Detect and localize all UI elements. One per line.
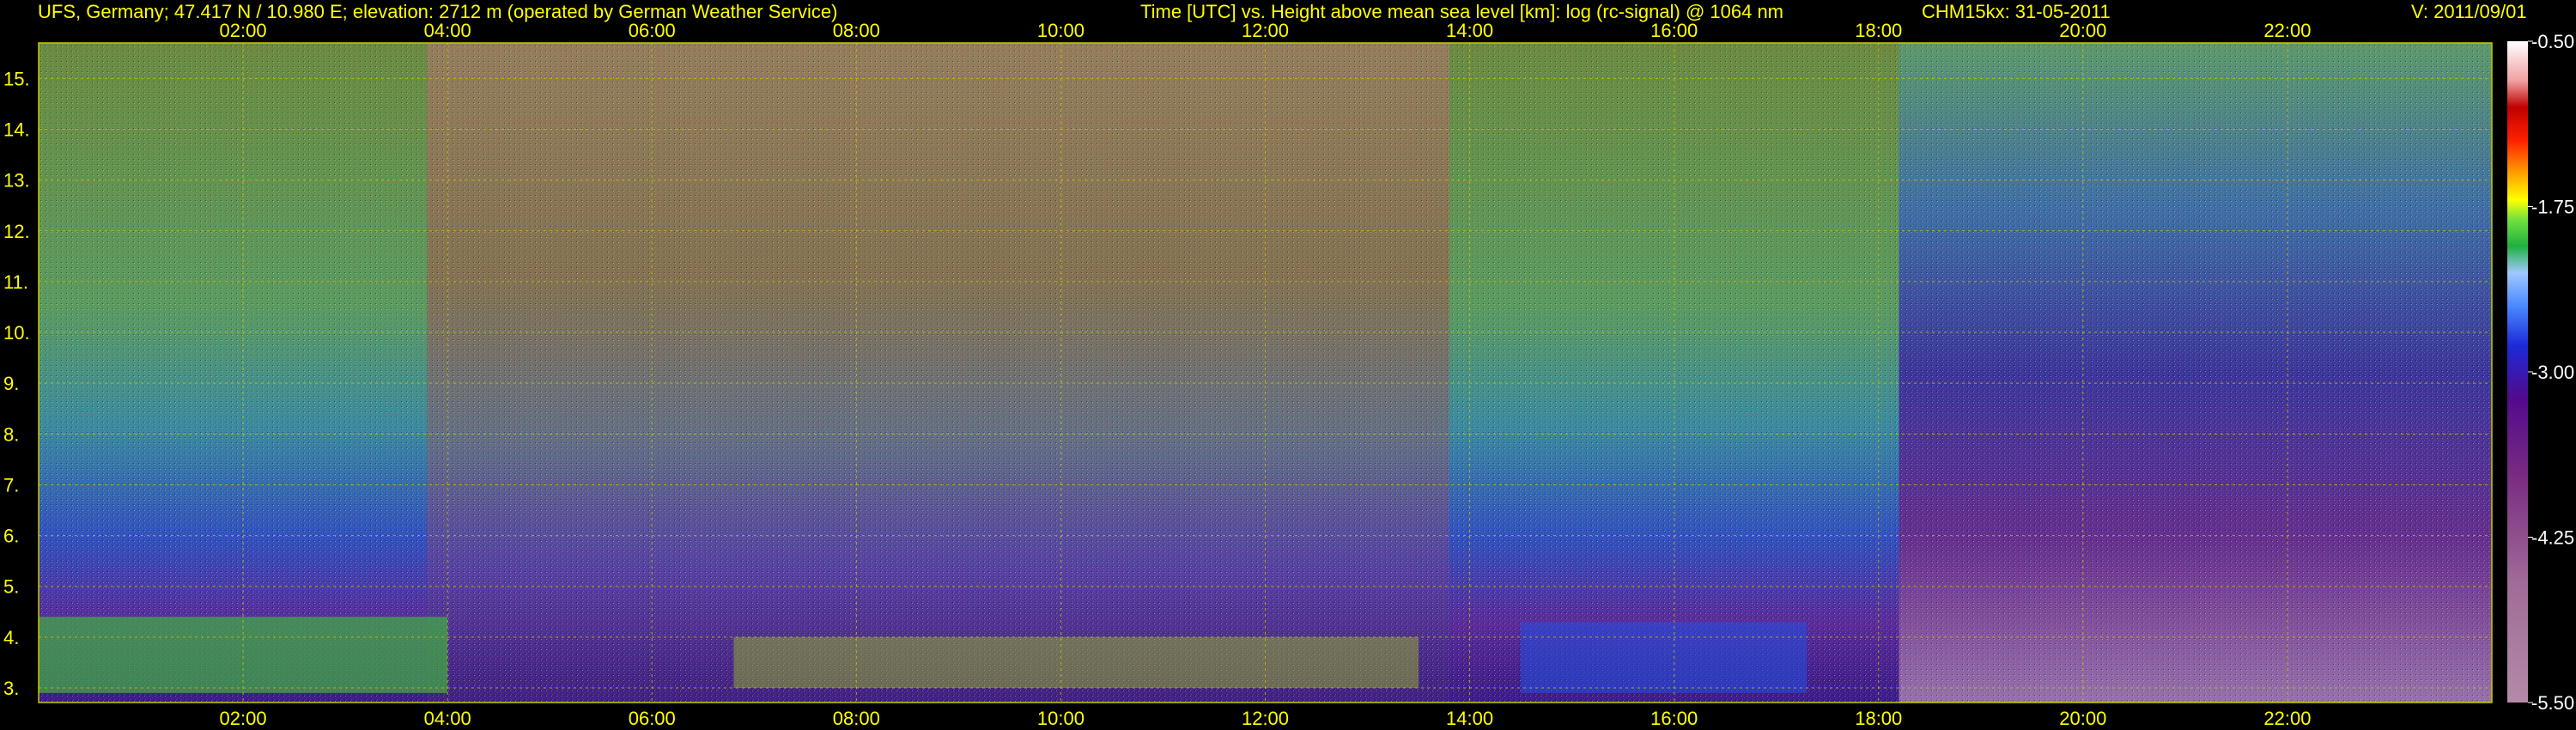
colorbar-tick-label: -4.25: [2531, 527, 2574, 549]
x-tick-label-bottom: 22:00: [2263, 708, 2311, 729]
x-tick-label-top: 02:00: [220, 20, 267, 41]
x-tick-label-top: 10:00: [1037, 20, 1084, 41]
x-tick-label-top: 06:00: [629, 20, 676, 41]
x-tick-label-top: 08:00: [833, 20, 880, 41]
ceilometer-plot: 02:00 02:00 04:00 04:00 06:00 06:00 08:00 08:00…: [3, 20, 2574, 729]
x-tick-label-bottom: 06:00: [629, 708, 676, 729]
colorbar-tick-label: -5.50: [2531, 692, 2574, 714]
x-tick-label-bottom: 20:00: [2059, 708, 2106, 729]
colorbar-scale: [2507, 41, 2528, 703]
x-tick-label-top: 18:00: [1855, 20, 1902, 41]
y-tick-label: 4.: [3, 627, 19, 648]
y-tick-label: 5.: [3, 576, 19, 598]
boundary-layer-band: [1521, 622, 1807, 693]
y-tick-label: 3.: [3, 678, 19, 699]
y-tick-label: 7.: [3, 474, 19, 496]
y-tick-label: 14.: [3, 119, 30, 141]
y-tick-label: 8.: [3, 423, 19, 445]
x-tick-label-bottom: 14:00: [1446, 708, 1493, 729]
y-tick-label: 12.: [3, 221, 30, 242]
x-tick-label-top: 04:00: [424, 20, 471, 41]
y-tick-label: 9.: [3, 373, 19, 394]
x-tick-label-top: 22:00: [2263, 20, 2311, 41]
x-tick-label-bottom: 12:00: [1242, 708, 1289, 729]
x-tick-label-top: 12:00: [1242, 20, 1289, 41]
x-tick-label-top: 20:00: [2059, 20, 2106, 41]
y-tick-label: 15.: [3, 68, 30, 89]
x-tick-label-bottom: 18:00: [1855, 708, 1902, 729]
x-tick-label-bottom: 16:00: [1650, 708, 1698, 729]
x-tick-label-top: 14:00: [1446, 20, 1493, 41]
y-tick-label: 11.: [3, 271, 28, 293]
y-tick-label: 13.: [3, 170, 30, 192]
x-tick-label-bottom: 08:00: [833, 708, 880, 729]
colorbar-tick-label: -3.00: [2531, 362, 2574, 383]
x-tick-label-bottom: 10:00: [1037, 708, 1084, 729]
y-tick-label: 6.: [3, 526, 19, 547]
x-tick-label-bottom: 04:00: [424, 708, 471, 729]
y-tick-label: 10.: [3, 322, 30, 344]
boundary-layer-band: [733, 636, 1419, 688]
x-tick-label-top: 16:00: [1650, 20, 1698, 41]
colorbar-tick-label: -1.75: [2531, 197, 2574, 218]
x-tick-label-bottom: 02:00: [220, 708, 267, 729]
colorbar-tick-label: -0.50: [2531, 31, 2574, 52]
